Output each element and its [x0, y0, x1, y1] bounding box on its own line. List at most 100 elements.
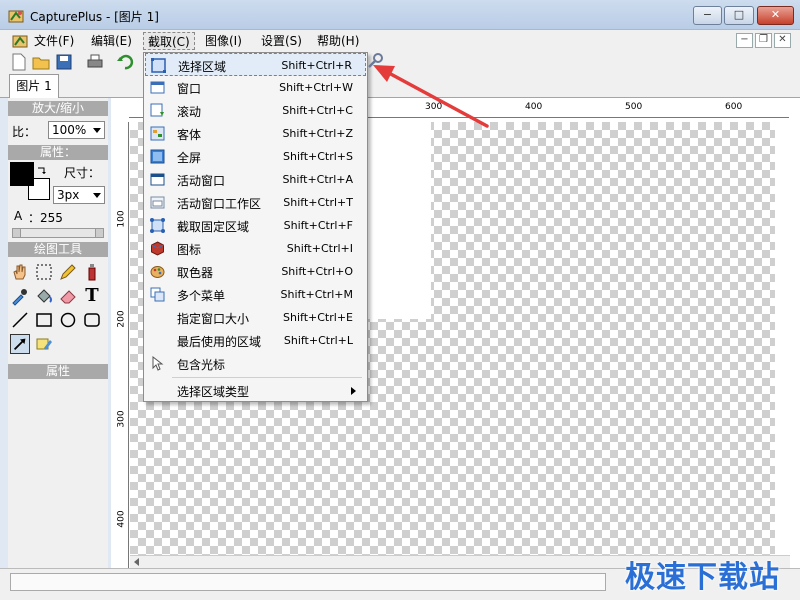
- menu-edit[interactable]: 编辑(E): [87, 32, 136, 50]
- eraser-icon[interactable]: [58, 286, 78, 306]
- ruler-label-v400: 400: [116, 510, 127, 528]
- text-tool-icon[interactable]: T: [82, 286, 102, 306]
- menu-item-label: 活动窗口工作区: [177, 197, 262, 211]
- pencil-icon[interactable]: [58, 262, 78, 282]
- multi-menu-icon: [150, 287, 165, 302]
- color-picker-icon: [150, 266, 165, 278]
- menu-capture[interactable]: 截取(C): [143, 32, 195, 50]
- close-button[interactable]: ✕: [757, 6, 794, 25]
- menu-file[interactable]: 文件(F): [30, 32, 78, 50]
- menu-item-shortcut: Shift+Ctrl+L: [283, 334, 353, 347]
- cursor-icon: [152, 356, 164, 371]
- menu-item-color-picker[interactable]: 取色器 Shift+Ctrl+O: [145, 260, 366, 283]
- ellipse-icon[interactable]: [58, 310, 78, 330]
- vertical-ruler: 100 200 300 400: [111, 122, 129, 568]
- menu-item-specify-window-size[interactable]: 指定窗口大小 Shift+Ctrl+E: [145, 306, 366, 329]
- spray-icon[interactable]: [82, 262, 102, 282]
- menu-item-fullscreen[interactable]: 全屏 Shift+Ctrl+S: [145, 145, 366, 168]
- rounded-rect-icon[interactable]: [82, 310, 102, 330]
- zoom-header: 放大/缩小: [8, 101, 108, 116]
- size-label: 尺寸：: [64, 166, 101, 180]
- status-field: [10, 573, 606, 591]
- alpha-slider[interactable]: [12, 228, 104, 238]
- mdi-minimize-button[interactable]: −: [736, 33, 753, 48]
- menu-help[interactable]: 帮助(H): [313, 32, 363, 50]
- menu-item-shortcut: Shift+Ctrl+M: [280, 288, 354, 301]
- menu-item-select-region-type[interactable]: 选择区域类型: [145, 379, 366, 402]
- minimize-button[interactable]: −: [693, 6, 722, 25]
- window-title: CapturePlus - [图片 1]: [30, 10, 159, 24]
- fullscreen-icon: [150, 149, 165, 164]
- menu-item-label: 截取固定区域: [177, 220, 250, 234]
- undo-icon[interactable]: [116, 53, 134, 71]
- rect-select-icon[interactable]: [34, 262, 54, 282]
- menu-item-shortcut: Shift+Ctrl+O: [281, 265, 353, 278]
- menu-item-include-cursor[interactable]: 包含光标: [145, 352, 366, 375]
- menu-item-active-window-work-area[interactable]: 活动窗口工作区 Shift+Ctrl+T: [145, 191, 366, 214]
- scroll-icon: [150, 103, 164, 117]
- menu-item-shortcut: Shift+Ctrl+E: [283, 311, 353, 324]
- menu-item-last-used-region[interactable]: 最后使用的区域 Shift+Ctrl+L: [145, 329, 366, 352]
- menu-item-shortcut: Shift+Ctrl+T: [283, 196, 353, 209]
- menu-item-fixed-region[interactable]: 截取固定区域 Shift+Ctrl+F: [145, 214, 366, 237]
- save-icon[interactable]: [55, 53, 73, 71]
- mdi-close-button[interactable]: ✕: [774, 33, 791, 48]
- menu-item-label: 最后使用的区域: [177, 335, 262, 349]
- menu-item-label: 选择区域类型: [177, 385, 250, 399]
- zoom-select[interactable]: 100%: [48, 121, 105, 139]
- hand-icon[interactable]: [10, 262, 30, 282]
- rectangle-icon[interactable]: [34, 310, 54, 330]
- menu-settings[interactable]: 设置(S): [257, 32, 306, 50]
- fixed-region-icon: [150, 218, 165, 233]
- menu-item-label: 取色器: [177, 266, 214, 280]
- menu-image[interactable]: 图像(I): [201, 32, 246, 50]
- menu-item-scroll[interactable]: 滚动 Shift+Ctrl+C: [145, 99, 366, 122]
- primary-color-swatch[interactable]: [10, 162, 34, 186]
- size-value: 3px: [57, 188, 80, 202]
- slider-right-arrow[interactable]: [95, 229, 103, 237]
- print-icon[interactable]: [86, 53, 104, 71]
- ruler-label-v300: 300: [116, 410, 127, 428]
- menu-item-label: 窗口: [177, 82, 202, 96]
- arrow-tool-icon[interactable]: [10, 334, 30, 354]
- mdi-restore-button[interactable]: ❐: [755, 33, 772, 48]
- open-folder-icon[interactable]: [32, 53, 50, 71]
- submenu-arrow-icon: [351, 387, 356, 395]
- menu-item-client-area[interactable]: 客体 Shift+Ctrl+Z: [145, 122, 366, 145]
- window-icon: [150, 81, 165, 94]
- menu-item-shortcut: Shift+Ctrl+F: [283, 219, 353, 232]
- size-select[interactable]: 3px: [53, 186, 105, 204]
- menu-item-multi-menu[interactable]: 多个菜单 Shift+Ctrl+M: [145, 283, 366, 306]
- ruler-label-v200: 200: [116, 310, 127, 328]
- ruler-label-h500: 500: [625, 102, 643, 112]
- slider-left-arrow[interactable]: [13, 229, 21, 237]
- ruler-label-v100: 100: [116, 210, 127, 228]
- new-icon[interactable]: [10, 53, 28, 71]
- select-region-icon: [151, 58, 166, 73]
- fill-bucket-icon[interactable]: [34, 286, 54, 306]
- tab-picture-1[interactable]: 图片 1: [9, 74, 59, 98]
- eyedropper-icon[interactable]: [10, 286, 30, 306]
- menu-item-shortcut: Shift+Ctrl+W: [279, 81, 353, 94]
- menu-item-icon-capture[interactable]: 图标 Shift+Ctrl+I: [145, 237, 366, 260]
- properties-header: 属性：: [8, 145, 108, 160]
- scroll-left-icon[interactable]: [134, 558, 139, 566]
- swap-colors-icon[interactable]: [36, 164, 48, 176]
- menu-item-select-region[interactable]: 选择区域 Shift+Ctrl+R: [145, 53, 366, 76]
- chevron-down-icon: [93, 128, 101, 133]
- line-icon[interactable]: [10, 310, 30, 330]
- menu-item-label: 选择区域: [178, 60, 227, 74]
- menu-item-label: 多个菜单: [177, 289, 226, 303]
- app-icon: [8, 10, 24, 23]
- menu-bar: 文件(F) 编辑(E) 截取(C) 图像(I) 设置(S) 帮助(H) − ❐ …: [0, 30, 800, 52]
- capture-menu: 选择区域 Shift+Ctrl+R 窗口 Shift+Ctrl+W 滚动 Shi…: [143, 52, 368, 402]
- menu-item-label: 客体: [177, 128, 202, 142]
- menu-item-window[interactable]: 窗口 Shift+Ctrl+W: [145, 76, 366, 99]
- highlighter-icon[interactable]: [34, 334, 54, 354]
- maximize-button[interactable]: □: [724, 6, 754, 25]
- icon-capture-icon: [151, 241, 164, 256]
- zoom-label: 比：: [12, 125, 37, 139]
- menu-item-active-window[interactable]: 活动窗口 Shift+Ctrl+A: [145, 168, 366, 191]
- active-window-work-area-icon: [150, 196, 165, 209]
- menu-item-label: 包含光标: [177, 358, 226, 372]
